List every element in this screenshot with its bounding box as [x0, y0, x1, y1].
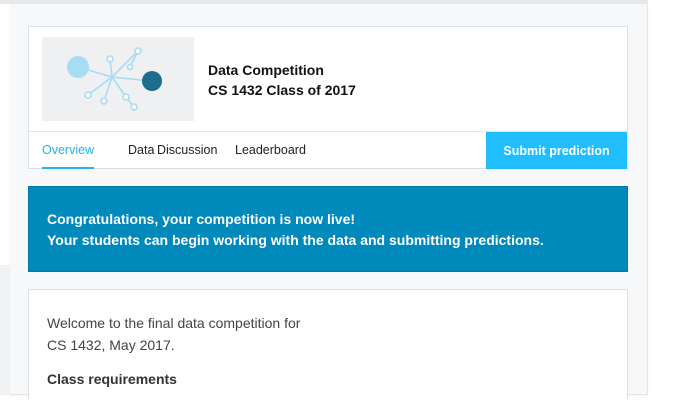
tab-overview[interactable]: Overview	[42, 132, 95, 169]
welcome-line-2: CS 1432, May 2017.	[47, 337, 175, 353]
tab-discussion[interactable]: Discussion	[157, 132, 217, 169]
competition-subtitle: CS 1432 Class of 2017	[208, 82, 356, 98]
submit-prediction-button[interactable]: Submit prediction	[486, 132, 627, 169]
main-panel: Data Competition CS 1432 Class of 2017 O…	[10, 4, 648, 399]
overview-content: Welcome to the final data competition fo…	[28, 289, 628, 399]
banner-line-2: Your students can begin working with the…	[47, 232, 544, 248]
requirements-heading: Class requirements	[47, 371, 177, 387]
competition-title: Data Competition	[208, 62, 324, 78]
left-shadow	[0, 265, 10, 395]
tab-leaderboard[interactable]: Leaderboard	[235, 132, 306, 169]
tab-data[interactable]: Data	[128, 132, 154, 169]
banner-line-1: Congratulations, your competition is now…	[47, 211, 356, 227]
page: Data Competition CS 1432 Class of 2017 O…	[0, 0, 677, 413]
competition-nav: Overview Data Discussion Leaderboard Sub…	[29, 131, 627, 169]
live-banner: Congratulations, your competition is now…	[28, 186, 628, 272]
welcome-line-1: Welcome to the final data competition fo…	[47, 315, 301, 331]
competition-header: Data Competition CS 1432 Class of 2017 O…	[28, 26, 628, 169]
competition-thumbnail	[42, 37, 194, 121]
network-graph-icon	[67, 47, 162, 111]
